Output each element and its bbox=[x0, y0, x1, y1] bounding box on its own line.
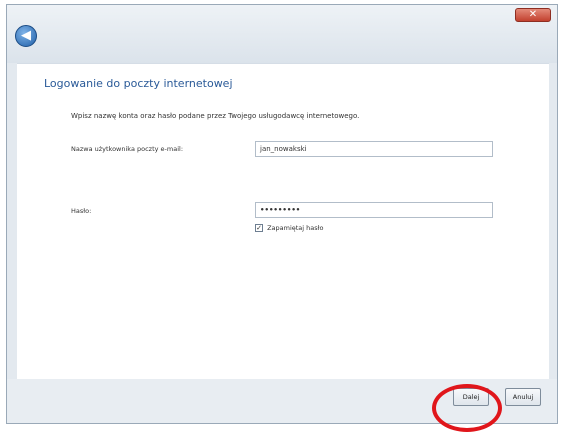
wizard-content: Logowanie do poczty internetowej Wpisz n… bbox=[17, 63, 549, 381]
title-bar: ✕ ◀ bbox=[7, 5, 557, 63]
username-label: Nazwa użytkownika poczty e-mail: bbox=[71, 145, 184, 153]
page-title: Logowanie do poczty internetowej bbox=[44, 77, 233, 90]
instruction-text: Wpisz nazwę konta oraz hasło podane prze… bbox=[71, 112, 360, 120]
cancel-button[interactable]: Anuluj bbox=[505, 388, 541, 406]
close-icon[interactable]: ✕ bbox=[515, 8, 551, 22]
password-label: Hasło: bbox=[71, 207, 92, 215]
highlight-circle bbox=[432, 384, 502, 432]
dialog-window: ✕ ◀ Logowanie do poczty internetowej Wpi… bbox=[6, 4, 558, 424]
username-input[interactable]: jan_nowakski bbox=[255, 141, 493, 157]
password-input[interactable]: ••••••••• bbox=[255, 202, 493, 218]
back-arrow-icon[interactable]: ◀ bbox=[15, 25, 37, 47]
remember-password-label: Zapamiętaj hasło bbox=[267, 224, 324, 232]
remember-password-checkbox[interactable]: ✓ bbox=[255, 224, 263, 232]
remember-password-row[interactable]: ✓ Zapamiętaj hasło bbox=[255, 224, 323, 232]
